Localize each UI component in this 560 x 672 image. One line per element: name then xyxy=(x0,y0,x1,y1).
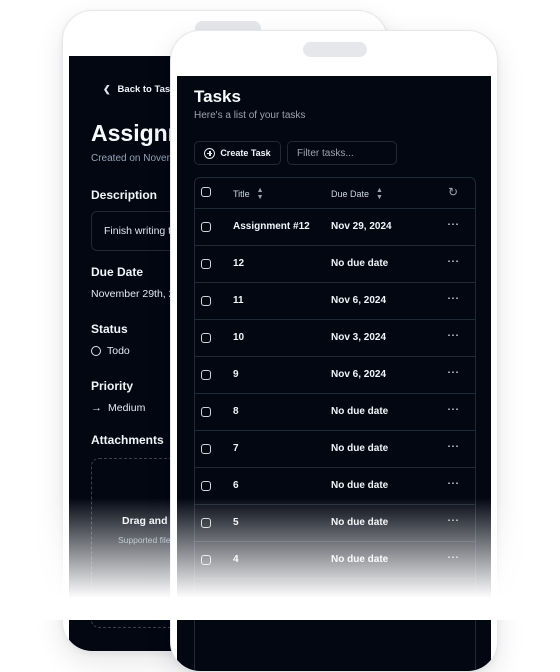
table-row[interactable]: 8 No due date ⋯ xyxy=(195,394,475,431)
row-checkbox[interactable] xyxy=(201,259,211,269)
row-title: 6 xyxy=(233,480,239,491)
row-title: 12 xyxy=(233,258,245,269)
row-due-date: No due date xyxy=(331,480,389,491)
row-checkbox[interactable] xyxy=(201,407,211,417)
more-horizontal-icon[interactable]: ⋯ xyxy=(447,254,459,268)
circle-icon xyxy=(91,346,101,356)
more-horizontal-icon[interactable]: ⋯ xyxy=(447,550,459,564)
row-due-date: No due date xyxy=(331,406,389,417)
row-checkbox[interactable] xyxy=(201,333,211,343)
filter-tasks-input[interactable] xyxy=(287,141,397,165)
row-title: 5 xyxy=(233,517,239,528)
priority-value: Medium xyxy=(108,402,146,414)
row-title: 9 xyxy=(233,369,239,380)
title-header-label: Title xyxy=(233,189,250,199)
table-row[interactable]: 9 Nov 6, 2024 ⋯ xyxy=(195,357,475,394)
row-checkbox[interactable] xyxy=(201,518,211,528)
row-checkbox[interactable] xyxy=(201,222,211,232)
status-value: Todo xyxy=(107,345,130,357)
due-date-label: Due Date xyxy=(91,265,144,279)
table-row[interactable]: Assignment #12 Nov 29, 2024 ⋯ xyxy=(195,209,475,246)
arrow-right-icon: → xyxy=(91,402,102,414)
due-header-label: Due Date xyxy=(331,189,370,199)
row-checkbox[interactable] xyxy=(201,481,211,491)
create-task-button[interactable]: Create Task xyxy=(194,141,281,165)
status-select[interactable]: Todo xyxy=(91,345,130,357)
priority-select[interactable]: → Medium xyxy=(91,402,145,414)
more-horizontal-icon[interactable]: ⋯ xyxy=(447,365,459,379)
attachments-label: Attachments xyxy=(91,433,164,447)
chevron-left-icon: ❮ xyxy=(103,84,111,94)
table-row[interactable]: 11 Nov 6, 2024 ⋯ xyxy=(195,283,475,320)
row-checkbox[interactable] xyxy=(201,444,211,454)
priority-label: Priority xyxy=(91,379,134,393)
table-row[interactable]: 7 No due date ⋯ xyxy=(195,431,475,468)
more-horizontal-icon[interactable]: ⋯ xyxy=(447,476,459,490)
table-row[interactable]: 12 No due date ⋯ xyxy=(195,246,475,283)
title-column-header[interactable]: Title ▲ ▼ xyxy=(233,187,264,201)
row-due-date: No due date xyxy=(331,517,389,528)
tasks-table: Title ▲ ▼ Due Date ▲ ▼ ↻ Assignment #12 No… xyxy=(194,177,476,671)
row-checkbox[interactable] xyxy=(201,555,211,565)
table-header: Title ▲ ▼ Due Date ▲ ▼ ↻ xyxy=(195,178,475,209)
row-title: 4 xyxy=(233,554,239,565)
due-date-column-header[interactable]: Due Date ▲ ▼ xyxy=(331,187,383,201)
row-due-date: No due date xyxy=(331,554,389,565)
status-label: Status xyxy=(91,322,128,336)
tasks-screen: Tasks Here's a list of your tasks Create… xyxy=(177,76,491,671)
row-due-date: No due date xyxy=(331,258,389,269)
create-task-label: Create Task xyxy=(220,148,271,158)
sort-icon: ▲ ▼ xyxy=(376,187,383,201)
table-row[interactable]: 6 No due date ⋯ xyxy=(195,468,475,505)
phone-front: Tasks Here's a list of your tasks Create… xyxy=(170,30,498,672)
row-due-date: Nov 3, 2024 xyxy=(331,332,387,343)
row-checkbox[interactable] xyxy=(201,370,211,380)
more-horizontal-icon[interactable]: ⋯ xyxy=(447,217,459,231)
more-horizontal-icon[interactable]: ⋯ xyxy=(447,439,459,453)
row-due-date: Nov 29, 2024 xyxy=(331,221,392,232)
more-horizontal-icon[interactable]: ⋯ xyxy=(447,291,459,305)
description-label: Description xyxy=(91,188,158,202)
row-due-date: Nov 6, 2024 xyxy=(331,369,387,380)
row-title: 7 xyxy=(233,443,239,454)
page-subtitle: Here's a list of your tasks xyxy=(194,110,306,121)
table-row[interactable]: 10 Nov 3, 2024 ⋯ xyxy=(195,320,475,357)
table-row[interactable]: 4 No due date ⋯ xyxy=(195,542,475,579)
row-title: 11 xyxy=(233,295,244,306)
more-horizontal-icon[interactable]: ⋯ xyxy=(447,513,459,527)
table-row[interactable]: 5 No due date ⋯ xyxy=(195,505,475,542)
refresh-icon[interactable]: ↻ xyxy=(448,185,458,199)
row-due-date: Nov 6, 2024 xyxy=(331,295,387,306)
more-horizontal-icon[interactable]: ⋯ xyxy=(447,328,459,342)
select-all-checkbox[interactable] xyxy=(201,187,211,197)
plus-circle-icon xyxy=(204,147,216,159)
row-title: Assignment #12 xyxy=(233,221,310,232)
sort-icon: ▲ ▼ xyxy=(256,187,264,201)
phone-notch xyxy=(303,42,367,57)
row-checkbox[interactable] xyxy=(201,296,211,306)
row-title: 10 xyxy=(233,332,245,343)
row-due-date: No due date xyxy=(331,443,389,454)
row-title: 8 xyxy=(233,406,239,417)
page-title: Tasks xyxy=(194,87,241,106)
more-horizontal-icon[interactable]: ⋯ xyxy=(447,402,459,416)
